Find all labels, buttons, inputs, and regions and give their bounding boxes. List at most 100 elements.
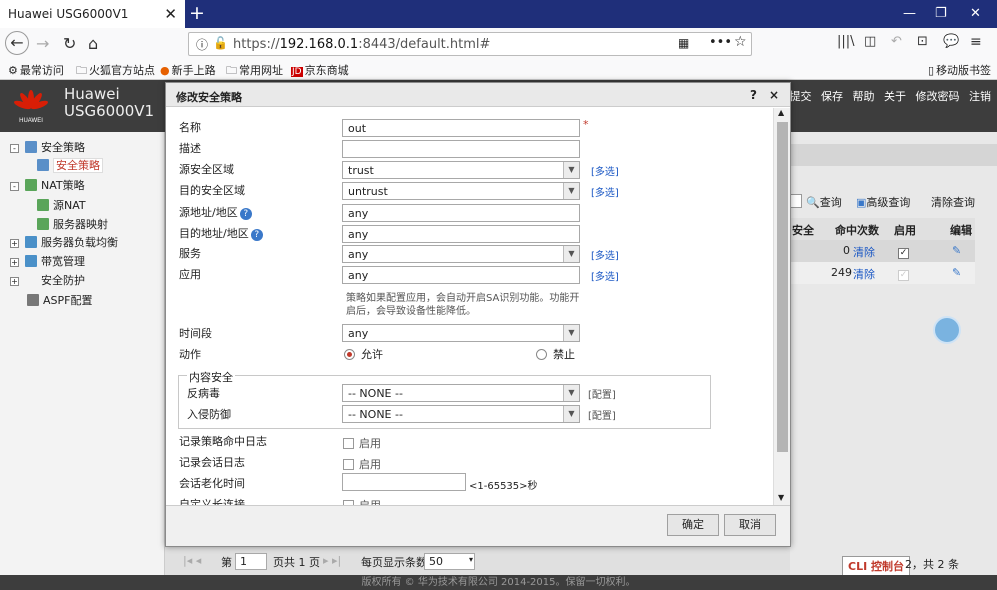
chat-icon[interactable]: 💬 — [943, 34, 959, 49]
application-multi-link[interactable]: [多选] — [591, 268, 619, 283]
close-tab-icon[interactable]: ✕ — [164, 5, 177, 23]
sidebar-item-aspf[interactable]: ASPF配置 — [27, 292, 92, 308]
source-address-input[interactable]: any — [342, 204, 580, 222]
service-select[interactable]: any ▼ — [342, 245, 580, 263]
table-row[interactable]: 0 清除 ✓ ✎ — [790, 240, 975, 262]
query-button[interactable]: 🔍查询 — [806, 194, 842, 210]
collapse-icon[interactable]: - — [10, 144, 19, 153]
bookmark-jd[interactable]: JD 京东商城 — [291, 62, 349, 78]
help-icon[interactable]: ? — [250, 229, 263, 241]
more-icon[interactable]: ••• — [709, 35, 732, 50]
back-icon[interactable]: ← — [5, 31, 29, 55]
crop-icon[interactable]: ⊡ — [917, 34, 928, 49]
source-zone-multi-link[interactable]: [多选] — [591, 163, 619, 178]
qr-icon[interactable]: ▦ — [678, 36, 689, 50]
scrollbar-thumb[interactable] — [777, 122, 788, 452]
main-header-strip — [790, 144, 997, 166]
sidebar-item-bandwidth[interactable]: + 带宽管理 — [10, 253, 85, 269]
next-last-page-icons[interactable]: ▸ ▸| — [323, 554, 341, 567]
first-prev-page-icons[interactable]: |◂ ◂ — [183, 554, 201, 567]
home-icon[interactable]: ⌂ — [88, 34, 98, 53]
star-icon[interactable]: ☆ — [734, 34, 747, 50]
restore-icon[interactable]: ❐ — [935, 6, 947, 21]
menu-submit[interactable]: 提交 — [790, 90, 812, 103]
sidebar-icon[interactable]: ◫ — [864, 34, 876, 49]
log-session-checkbox[interactable]: 启用 — [343, 456, 381, 472]
description-input[interactable] — [342, 140, 580, 158]
service-multi-link[interactable]: [多选] — [591, 247, 619, 262]
bookmark-mobile[interactable]: ▯ 移动版书签 — [928, 62, 991, 78]
lock-warning-icon[interactable]: 🔓 — [213, 36, 228, 50]
clear-hits-link[interactable]: 清除 — [853, 266, 875, 282]
ips-config-link[interactable]: [配置] — [588, 407, 616, 422]
dialog-scrollbar[interactable]: ▲ ▼ — [773, 108, 790, 505]
expand-icon[interactable]: + — [10, 277, 19, 286]
table-row[interactable]: 249 清除 ✓ ✎ — [790, 262, 975, 284]
browser-tab[interactable]: Huawei USG6000V1 ✕ — [0, 0, 185, 28]
edit-icon[interactable]: ✎ — [952, 266, 961, 279]
sidebar-item-source-nat[interactable]: 源NAT — [37, 197, 86, 213]
reload-icon[interactable]: ↻ — [63, 34, 76, 53]
log-hit-checkbox[interactable]: 启用 — [343, 435, 381, 451]
application-input[interactable]: any — [342, 266, 580, 284]
sidebar-item-nat-group[interactable]: - NAT策略 — [10, 177, 85, 193]
custom-long-connection-checkbox[interactable]: 启用 — [343, 497, 381, 505]
time-range-select[interactable]: any ▼ — [342, 324, 580, 342]
info-icon[interactable]: ⓘ — [196, 36, 208, 53]
nat-icon — [25, 179, 37, 191]
per-page-select[interactable]: 50 ▾ — [424, 553, 475, 570]
bookmark-common-sites[interactable]: 🗀 常用网址 — [226, 62, 283, 81]
cancel-button[interactable]: 取消 — [724, 514, 776, 536]
sidebar-item-security-policy[interactable]: 安全策略 — [37, 157, 103, 173]
close-window-icon[interactable]: ✕ — [970, 6, 981, 21]
query-input-edge[interactable] — [790, 194, 802, 208]
new-tab-icon[interactable]: + — [189, 2, 205, 24]
page-number-input[interactable]: 1 — [235, 553, 267, 570]
menu-about[interactable]: 关于 — [884, 90, 906, 103]
menu-save[interactable]: 保存 — [821, 90, 843, 103]
dest-zone-select[interactable]: untrust ▼ — [342, 182, 580, 200]
clear-hits-link[interactable]: 清除 — [853, 244, 875, 260]
sidebar-item-security-protection[interactable]: + 安全防护 — [10, 272, 85, 288]
session-aging-input[interactable] — [342, 473, 466, 491]
dest-address-input[interactable]: any — [342, 225, 580, 243]
scroll-up-icon[interactable]: ▲ — [778, 108, 784, 117]
ips-select[interactable]: -- NONE -- ▼ — [342, 405, 580, 423]
cli-console-button[interactable]: CLI 控制台 — [842, 556, 911, 576]
sidebar-item-slb[interactable]: + 服务器负载均衡 — [10, 234, 118, 250]
undo-icon[interactable]: ↶ — [891, 34, 902, 49]
advanced-query-button[interactable]: ▣高级查询 — [856, 194, 910, 210]
antivirus-config-link[interactable]: [配置] — [588, 386, 616, 401]
expand-icon[interactable]: + — [10, 258, 19, 267]
bookmark-firefox-site[interactable]: 🗀 火狐官方站点 — [76, 62, 155, 81]
antivirus-select[interactable]: -- NONE -- ▼ — [342, 384, 580, 402]
bookmark-most-visited[interactable]: ⚙ 最常访问 — [8, 62, 64, 78]
sidebar-item-server-mapping[interactable]: 服务器映射 — [37, 216, 108, 232]
ok-button[interactable]: 确定 — [667, 514, 719, 536]
dest-zone-multi-link[interactable]: [多选] — [591, 184, 619, 199]
menu-logout[interactable]: 注销 — [969, 90, 991, 103]
edit-icon[interactable]: ✎ — [952, 244, 961, 257]
bookmark-getting-started[interactable]: ● 新手上路 — [160, 62, 216, 78]
minimize-icon[interactable]: — — [903, 6, 916, 21]
help-icon[interactable]: ? — [750, 88, 757, 102]
forward-icon[interactable]: → — [36, 34, 49, 53]
help-icon[interactable]: ? — [239, 208, 252, 220]
assistant-robot-icon[interactable] — [933, 316, 961, 344]
menu-icon[interactable]: ≡ — [970, 34, 982, 50]
action-deny-radio[interactable]: 禁止 — [536, 346, 575, 362]
chevron-down-icon: ▼ — [563, 406, 579, 422]
library-icon[interactable]: |||\ — [837, 34, 855, 49]
menu-change-password[interactable]: 修改密码 — [916, 90, 960, 103]
scroll-down-icon[interactable]: ▼ — [778, 493, 784, 502]
sidebar-item-security-policy-group[interactable]: - 安全策略 — [10, 139, 85, 155]
clear-query-button[interactable]: 清除查询 — [931, 194, 975, 210]
url-bar[interactable]: ⓘ 🔓 https://192.168.0.1:8443/default.htm… — [188, 32, 752, 56]
name-input[interactable]: out — [342, 119, 580, 137]
action-allow-radio[interactable]: 允许 — [344, 346, 383, 362]
menu-help[interactable]: 帮助 — [853, 90, 875, 103]
close-icon[interactable]: × — [769, 88, 779, 102]
source-zone-select[interactable]: trust ▼ — [342, 161, 580, 179]
expand-icon[interactable]: + — [10, 239, 19, 248]
collapse-icon[interactable]: - — [10, 182, 19, 191]
